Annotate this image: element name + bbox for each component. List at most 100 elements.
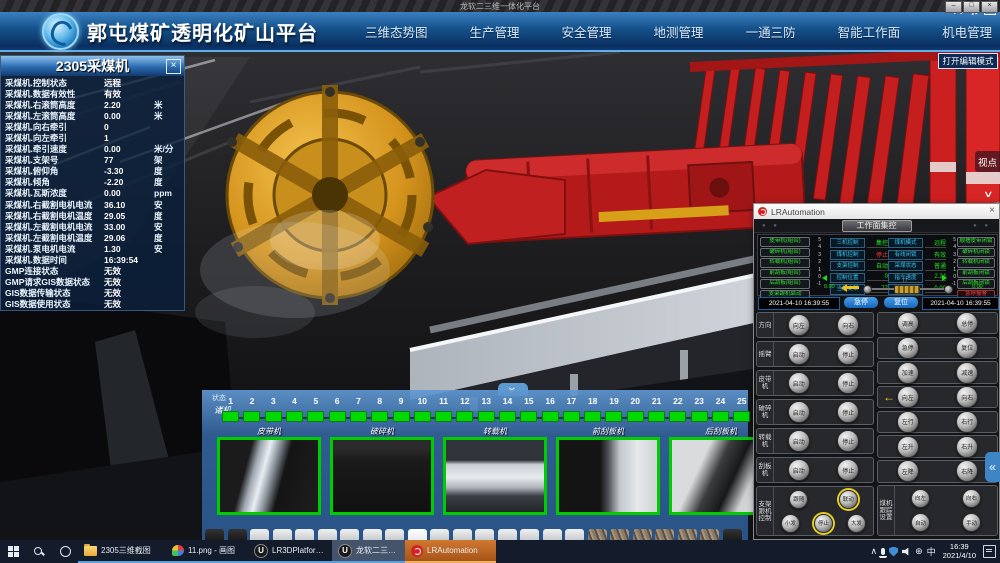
- taskbar-item-3[interactable]: U龙软二三维一体化...: [332, 540, 405, 563]
- round-button-手动[interactable]: 手动: [962, 513, 981, 532]
- round-button-启动[interactable]: 启动: [788, 459, 810, 481]
- group-start-button[interactable]: 前刮板(组合): [760, 269, 810, 279]
- round-button-小发[interactable]: 小发: [781, 514, 800, 533]
- nav-item-3[interactable]: 地测管理: [654, 22, 704, 41]
- round-button-左行[interactable]: 左行: [897, 411, 919, 433]
- chevron-down-icon[interactable]: ∨: [983, 189, 994, 200]
- round-button-急停[interactable]: 急停: [897, 337, 919, 359]
- close-icon[interactable]: ×: [989, 205, 995, 216]
- round-button-停止[interactable]: 停止: [814, 514, 833, 533]
- round-button-启动[interactable]: 启动: [788, 401, 810, 423]
- support-status-square[interactable]: [584, 411, 601, 422]
- camera-feed-1[interactable]: [330, 437, 434, 515]
- taskbar-item-4[interactable]: LRAutomation: [405, 540, 496, 563]
- start-button[interactable]: [0, 540, 26, 563]
- round-button-启动[interactable]: 启动: [788, 372, 810, 394]
- task-view-icon[interactable]: [52, 540, 78, 563]
- tab-workface-control[interactable]: 工作面集控: [842, 220, 912, 232]
- speaker-icon[interactable]: [902, 548, 911, 556]
- round-button-停止[interactable]: 停止: [837, 401, 859, 423]
- panel-header[interactable]: 2305采煤机 ×: [1, 56, 184, 76]
- round-button-向右[interactable]: 向右: [837, 314, 859, 336]
- support-status-square[interactable]: [243, 411, 260, 422]
- support-status-square[interactable]: [393, 411, 410, 422]
- slider-handle[interactable]: [894, 285, 920, 294]
- support-status-square[interactable]: [691, 411, 708, 422]
- round-button-大发[interactable]: 大发: [847, 514, 866, 533]
- interlock-button[interactable]: 破碎机闭锁: [957, 248, 995, 258]
- slider-knob-left[interactable]: [863, 285, 872, 294]
- support-status-square[interactable]: [520, 411, 537, 422]
- support-status-square[interactable]: [499, 411, 516, 422]
- round-button-向左[interactable]: 向左: [788, 314, 810, 336]
- support-status-square[interactable]: [563, 411, 580, 422]
- nav-item-6[interactable]: 机电管理: [942, 22, 992, 41]
- round-button-联动[interactable]: 联动: [839, 490, 858, 509]
- ime-indicator[interactable]: 中: [927, 545, 936, 558]
- clock[interactable]: 16:39 2021/4/10: [940, 543, 979, 560]
- round-button-启动[interactable]: 启动: [788, 343, 810, 365]
- network-icon[interactable]: ⊕: [915, 546, 923, 557]
- group-start-button[interactable]: 皮带机(组合): [760, 237, 810, 247]
- round-button-向右[interactable]: 向右: [962, 489, 981, 508]
- round-button-向右[interactable]: 向右: [956, 386, 978, 408]
- interlock-button[interactable]: 转载机闭锁: [957, 258, 995, 268]
- support-status-square[interactable]: [307, 411, 324, 422]
- nav-item-0[interactable]: 三维态势图: [365, 22, 428, 41]
- round-button-左降[interactable]: 左降: [897, 460, 919, 482]
- support-status-square[interactable]: [648, 411, 665, 422]
- minimize-button[interactable]: –: [945, 1, 962, 13]
- nav-item-2[interactable]: 安全管理: [562, 22, 612, 41]
- taskbar-item-0[interactable]: 2305三维截图: [78, 540, 166, 563]
- round-button-停止[interactable]: 停止: [837, 459, 859, 481]
- estop-pill-button[interactable]: 急停: [844, 297, 878, 308]
- round-button-减速[interactable]: 减速: [956, 362, 978, 384]
- microphone-icon[interactable]: [881, 548, 885, 555]
- round-button-停止[interactable]: 停止: [837, 372, 859, 394]
- nav-item-5[interactable]: 智能工作面: [838, 22, 901, 41]
- support-status-square[interactable]: [350, 411, 367, 422]
- round-button-调高[interactable]: 调高: [897, 312, 919, 334]
- round-button-向左[interactable]: 向左: [897, 386, 919, 408]
- slider-knob-right[interactable]: [944, 285, 953, 294]
- group-start-button[interactable]: 转载机(组合): [760, 258, 810, 268]
- round-button-右升[interactable]: 右升: [956, 436, 978, 458]
- group-start-button[interactable]: 后刮板(组合): [760, 279, 810, 289]
- support-status-square[interactable]: [435, 411, 452, 422]
- search-icon[interactable]: [26, 540, 52, 563]
- round-button-跟随[interactable]: 跟随: [789, 490, 808, 509]
- round-button-停止[interactable]: 停止: [837, 343, 859, 365]
- round-button-启动[interactable]: 启动: [788, 430, 810, 452]
- taskbar-item-1[interactable]: 11.png - 画图: [166, 540, 248, 563]
- support-status-square[interactable]: [605, 411, 622, 422]
- support-status-square[interactable]: [669, 411, 686, 422]
- camera-feed-3[interactable]: [556, 437, 660, 515]
- support-status-square[interactable]: [265, 411, 282, 422]
- reset-pill-button[interactable]: 复位: [884, 297, 918, 308]
- support-status-square[interactable]: [286, 411, 303, 422]
- support-status-square[interactable]: [712, 411, 729, 422]
- support-status-square[interactable]: [222, 411, 239, 422]
- viewpoint-tab[interactable]: 视点: [975, 151, 1000, 172]
- support-status-square[interactable]: [478, 411, 495, 422]
- round-button-右行[interactable]: 右行: [956, 411, 978, 433]
- open-edit-mode-button[interactable]: 打开编辑模式: [938, 53, 998, 69]
- interlock-button[interactable]: 前刮板闭锁: [957, 269, 995, 279]
- support-status-square[interactable]: [371, 411, 388, 422]
- round-button-加速[interactable]: 加速: [897, 362, 919, 384]
- round-button-总停[interactable]: 总停: [956, 312, 978, 334]
- interlock-button[interactable]: 顺槽皮带闭锁: [957, 237, 995, 247]
- lr-title-bar[interactable]: LRAutomation ×: [754, 204, 999, 219]
- taskbar-item-2[interactable]: ULR3DPlatform - U...: [248, 540, 332, 563]
- round-button-自动[interactable]: 自动: [911, 513, 930, 532]
- round-button-左升[interactable]: 左升: [897, 436, 919, 458]
- round-button-复位[interactable]: 复位: [956, 337, 978, 359]
- group-start-button[interactable]: 破碎机(组合): [760, 248, 810, 258]
- nav-item-1[interactable]: 生产管理: [470, 22, 520, 41]
- chevron-up-icon[interactable]: ∧: [870, 546, 877, 557]
- support-status-square[interactable]: [733, 411, 750, 422]
- shield-icon[interactable]: [889, 547, 898, 557]
- support-status-square[interactable]: [456, 411, 473, 422]
- round-button-停止[interactable]: 停止: [837, 430, 859, 452]
- support-status-square[interactable]: [542, 411, 559, 422]
